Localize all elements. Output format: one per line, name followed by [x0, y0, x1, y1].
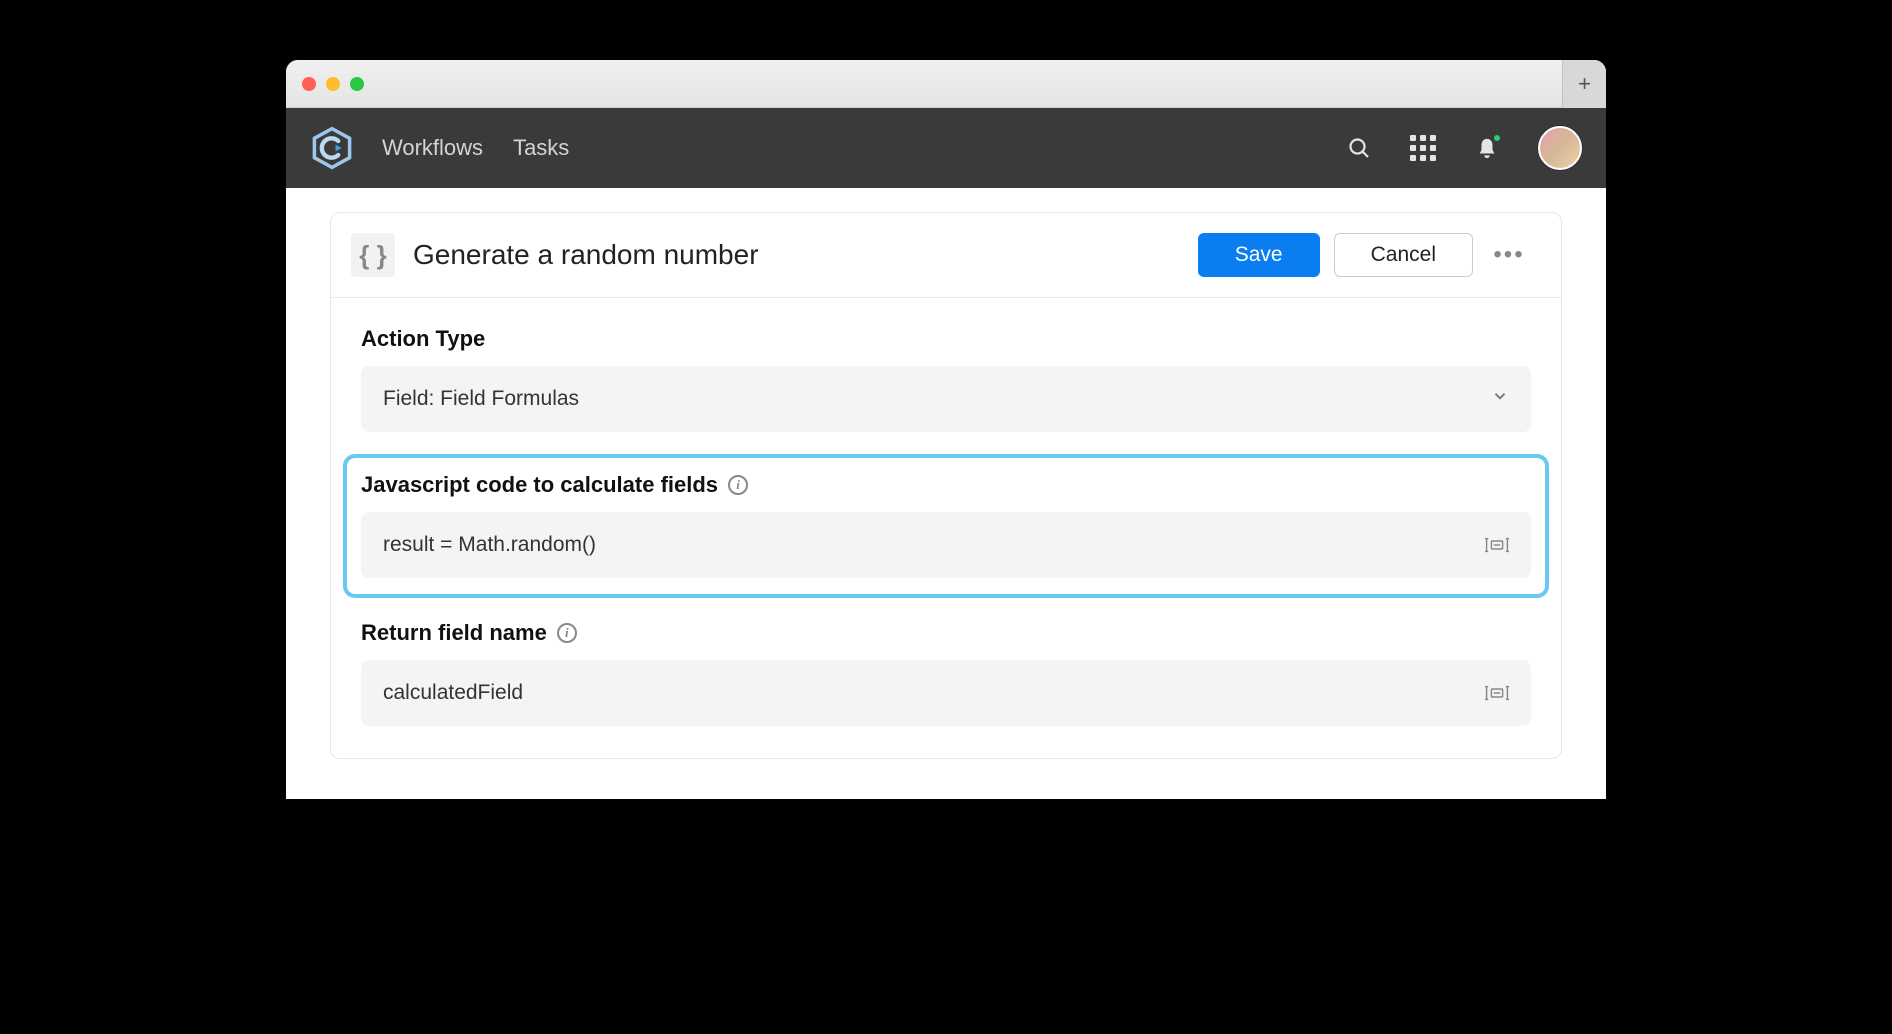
maximize-window-button[interactable]: [350, 77, 364, 91]
card-header: { } Generate a random number Save Cancel…: [331, 213, 1561, 298]
return-field-label-text: Return field name: [361, 620, 547, 646]
cancel-button[interactable]: Cancel: [1334, 233, 1473, 277]
card-actions: Save Cancel •••: [1198, 233, 1531, 277]
notification-badge: [1492, 133, 1502, 143]
notifications-icon[interactable]: [1474, 135, 1500, 161]
card-title: Generate a random number: [413, 239, 759, 271]
chevron-down-icon: [1491, 387, 1509, 411]
braces-icon: { }: [351, 233, 395, 277]
window-titlebar: +: [286, 60, 1606, 108]
search-icon[interactable]: [1346, 135, 1372, 161]
card-body: Action Type Field: Field Formulas Javasc…: [331, 298, 1561, 758]
js-code-value: result = Math.random(): [383, 533, 596, 557]
app-logo-icon[interactable]: [310, 126, 354, 170]
info-icon[interactable]: i: [557, 623, 577, 643]
action-type-section: Action Type Field: Field Formulas: [361, 326, 1531, 432]
app-topbar: Workflows Tasks: [286, 108, 1606, 188]
return-field-section: Return field name i calculatedField: [361, 620, 1531, 726]
close-window-button[interactable]: [302, 77, 316, 91]
action-type-select[interactable]: Field: Field Formulas: [361, 366, 1531, 432]
return-field-label: Return field name i: [361, 620, 1531, 646]
plus-icon: +: [1578, 71, 1591, 97]
return-field-value: calculatedField: [383, 681, 523, 705]
nav-links: Workflows Tasks: [382, 135, 569, 161]
nav-tasks[interactable]: Tasks: [513, 135, 569, 161]
minimize-window-button[interactable]: [326, 77, 340, 91]
app-window: + Workflows Tasks: [286, 60, 1606, 799]
new-tab-button[interactable]: +: [1562, 60, 1606, 108]
info-icon[interactable]: i: [728, 475, 748, 495]
js-code-input[interactable]: result = Math.random(): [361, 512, 1531, 578]
avatar[interactable]: [1538, 126, 1582, 170]
insert-variable-icon[interactable]: [1485, 683, 1509, 703]
action-config-card: { } Generate a random number Save Cancel…: [330, 212, 1562, 759]
js-code-label: Javascript code to calculate fields i: [361, 472, 1531, 498]
traffic-lights: [302, 77, 364, 91]
action-type-value: Field: Field Formulas: [383, 387, 579, 411]
js-code-highlighted-section: Javascript code to calculate fields i re…: [343, 454, 1549, 598]
page-content: { } Generate a random number Save Cancel…: [286, 188, 1606, 799]
more-options-button[interactable]: •••: [1487, 233, 1531, 277]
nav-workflows[interactable]: Workflows: [382, 135, 483, 161]
js-code-label-text: Javascript code to calculate fields: [361, 472, 718, 498]
return-field-input[interactable]: calculatedField: [361, 660, 1531, 726]
apps-icon[interactable]: [1410, 135, 1436, 161]
topbar-icons: [1346, 126, 1582, 170]
insert-variable-icon[interactable]: [1485, 535, 1509, 555]
action-type-label: Action Type: [361, 326, 1531, 352]
save-button[interactable]: Save: [1198, 233, 1320, 277]
